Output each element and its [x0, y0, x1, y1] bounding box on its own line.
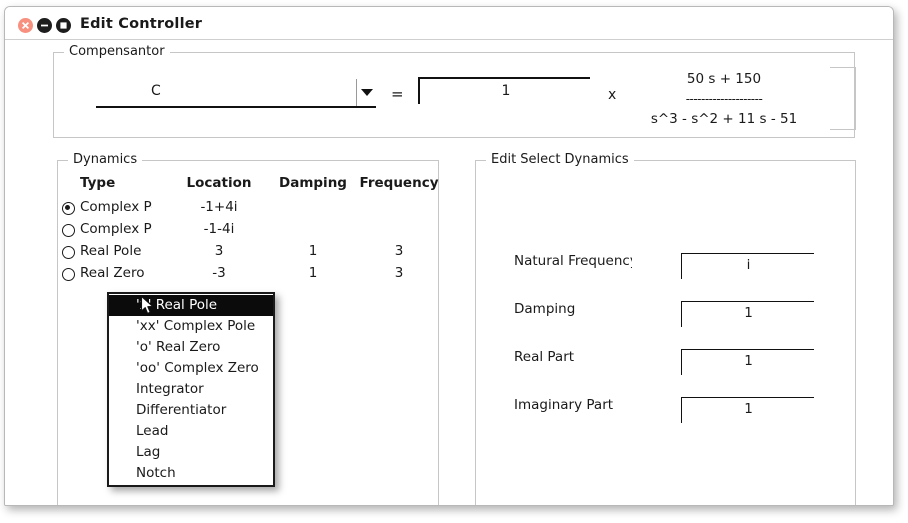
minimize-icon[interactable] [37, 18, 52, 33]
cell-location: -1+4i [200, 199, 238, 215]
damping-input[interactable]: 1 [681, 301, 814, 327]
menu-item-complex-pole[interactable]: 'xx' Complex Pole [109, 316, 273, 337]
menu-item-lag[interactable]: Lag [109, 442, 273, 463]
compensator-select[interactable]: C [96, 79, 376, 108]
menu-item-complex-zero[interactable]: 'oo' Complex Zero [109, 358, 273, 379]
cell-type: Complex Pole [80, 199, 152, 215]
equals-sign: = [391, 85, 404, 103]
menu-item-differentiator[interactable]: Differentiator [109, 400, 273, 421]
transfer-function-numerator: 50 s + 150 [686, 71, 762, 87]
gain-input[interactable]: 1 [418, 77, 590, 104]
cell-location: -3 [212, 265, 226, 281]
table-row[interactable]: Real Pole 3 1 3 [58, 243, 440, 265]
cell-frequency: 3 [394, 265, 404, 281]
imaginary-part-label: Imaginary Part [514, 397, 614, 413]
real-part-label: Real Part [514, 349, 575, 365]
window-title: Edit Controller [80, 16, 203, 32]
row-radio-button[interactable] [62, 224, 75, 237]
transfer-function-denominator: s^3 - s^2 + 11 s - 51 [650, 111, 798, 127]
column-header-location: Location [186, 175, 252, 191]
real-part-input[interactable]: 1 [681, 349, 814, 375]
close-icon[interactable] [18, 18, 33, 33]
column-header-damping: Damping [279, 175, 347, 191]
menu-item-lead[interactable]: Lead [109, 421, 273, 442]
natural-frequency-input[interactable]: i [681, 253, 814, 279]
dynamics-type-menu[interactable]: 'x' Real Pole 'xx' Complex Pole 'o' Real… [107, 292, 275, 487]
cell-damping: 1 [308, 265, 318, 281]
imaginary-part-value: 1 [744, 401, 753, 417]
natural-frequency-value: i [746, 257, 751, 273]
menu-item-notch[interactable]: Notch [109, 463, 273, 484]
cell-location: -1-4i [203, 221, 235, 237]
cell-type: Real Pole [80, 243, 142, 259]
compensator-select-value: C [151, 83, 161, 99]
table-header-row: Type Location Damping Frequency [58, 175, 440, 199]
imaginary-part-input[interactable]: 1 [681, 397, 814, 423]
cell-type: Real Zero [80, 265, 145, 281]
menu-item-integrator[interactable]: Integrator [109, 379, 273, 400]
edit-select-dynamics-panel: Edit Select Dynamics Natural Frequency i… [475, 152, 856, 505]
real-part-value: 1 [744, 353, 753, 369]
transfer-function-bar: -------------------- [685, 92, 763, 106]
chevron-down-icon[interactable] [356, 79, 376, 106]
screen: Edit Controller Compensantor C = 1 x 50 … [0, 0, 908, 523]
cell-type: Complex Pole [80, 221, 152, 237]
cell-damping: 1 [308, 243, 318, 259]
cell-location: 3 [214, 243, 224, 259]
menu-item-real-zero[interactable]: 'o' Real Zero [109, 337, 273, 358]
transfer-function: 50 s + 150 -------------------- s^3 - s^… [624, 69, 824, 129]
column-header-frequency: Frequency [359, 175, 439, 191]
row-radio-button[interactable] [62, 268, 75, 281]
maximize-icon[interactable] [56, 18, 71, 33]
table-row[interactable]: Complex Pole -1+4i [58, 199, 440, 221]
gain-input-value: 1 [501, 83, 511, 99]
dynamics-table: Type Location Damping Frequency Complex … [58, 175, 440, 287]
dynamics-panel-title: Dynamics [68, 152, 143, 167]
damping-label: Damping [514, 301, 576, 317]
compensator-extra-box [830, 67, 856, 130]
compensator-panel: Compensantor C = 1 x 50 s + 150 --------… [53, 44, 856, 138]
multiply-sign: x [608, 87, 617, 103]
table-row[interactable]: Real Zero -3 1 3 [58, 265, 440, 287]
row-radio-button[interactable] [62, 246, 75, 259]
menu-item-real-pole[interactable]: 'x' Real Pole [109, 295, 273, 316]
compensator-panel-title: Compensantor [64, 44, 170, 59]
table-row[interactable]: Complex Pole -1-4i [58, 221, 440, 243]
edit-select-dynamics-panel-title: Edit Select Dynamics [486, 152, 634, 167]
titlebar: Edit Controller [5, 7, 893, 40]
column-header-type: Type [80, 175, 116, 191]
cell-frequency: 3 [394, 243, 404, 259]
damping-value: 1 [744, 305, 753, 321]
row-radio-button[interactable] [62, 202, 75, 215]
natural-frequency-label: Natural Frequency [514, 253, 632, 269]
